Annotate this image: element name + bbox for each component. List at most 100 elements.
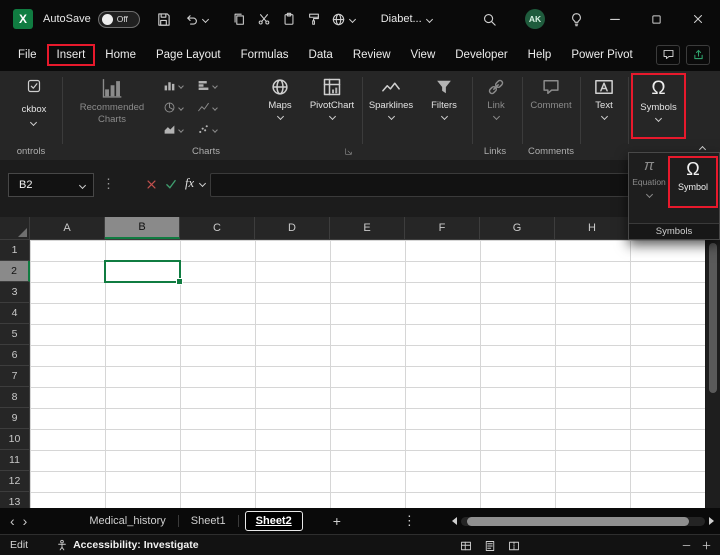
comments-toggle-button[interactable] <box>656 44 680 65</box>
tab-insert[interactable]: Insert <box>46 43 96 66</box>
insert-pie-chart-button[interactable] <box>163 101 184 114</box>
row-header-6[interactable]: 6 <box>0 345 30 366</box>
save-icon[interactable] <box>156 12 171 27</box>
selected-cell-b2[interactable] <box>104 260 183 285</box>
tab-power-pivot[interactable]: Power Pivot <box>561 44 642 66</box>
column-header-d[interactable]: D <box>255 217 330 239</box>
link-button[interactable]: Link <box>474 74 518 121</box>
sparklines-chevron[interactable] <box>387 112 395 121</box>
recommended-charts-button[interactable]: Recommended Charts <box>66 74 158 125</box>
paste-icon[interactable] <box>282 12 296 26</box>
symbols-button[interactable]: Ω Symbols <box>631 73 686 139</box>
checkbox-button-label[interactable]: ckbox <box>8 104 60 115</box>
row-header-2[interactable]: 2 <box>0 261 30 282</box>
tab-formulas[interactable]: Formulas <box>231 44 299 66</box>
symbols-chevron[interactable] <box>654 114 663 123</box>
name-box-chevron[interactable] <box>78 181 87 189</box>
sheet-nav-left-icon[interactable]: ‹ <box>6 514 19 528</box>
format-painter-icon[interactable] <box>307 12 321 26</box>
tab-data[interactable]: Data <box>299 44 343 66</box>
worksheet-grid[interactable] <box>30 240 705 508</box>
share-button[interactable] <box>686 44 710 65</box>
column-header-h[interactable]: H <box>555 217 630 239</box>
close-button[interactable] <box>691 12 705 26</box>
scroll-right-arrow[interactable] <box>709 517 714 525</box>
zoom-out-icon[interactable] <box>681 540 692 551</box>
scroll-left-arrow[interactable] <box>452 517 457 525</box>
column-header-g[interactable]: G <box>480 217 555 239</box>
charts-dialog-launcher-icon[interactable] <box>344 147 353 156</box>
row-header-9[interactable]: 9 <box>0 408 30 429</box>
tab-developer[interactable]: Developer <box>445 44 517 66</box>
row-header-1[interactable]: 1 <box>0 240 30 261</box>
minimize-button[interactable] <box>608 12 622 26</box>
horizontal-scrollbar-track[interactable] <box>461 516 705 526</box>
maximize-button[interactable] <box>650 13 663 26</box>
add-sheet-button[interactable]: + <box>333 513 341 529</box>
filters-button[interactable]: Filters <box>418 74 470 121</box>
page-layout-view-icon[interactable] <box>484 540 496 552</box>
pivotchart-chevron[interactable] <box>328 112 336 121</box>
enter-check-icon[interactable] <box>165 178 177 190</box>
text-button[interactable]: Text <box>580 74 628 121</box>
formula-bar-dots-icon[interactable]: ⋮ <box>102 176 115 192</box>
globe-icon[interactable] <box>331 12 346 27</box>
row-header-3[interactable]: 3 <box>0 282 30 303</box>
link-chevron[interactable] <box>492 112 500 121</box>
name-box[interactable]: B2 <box>8 173 94 197</box>
search-icon[interactable] <box>482 12 497 27</box>
vertical-scrollbar-thumb[interactable] <box>709 243 717 393</box>
sheet-tab-medical-history[interactable]: Medical_history <box>77 511 177 531</box>
sheet-tab-sheet2-active[interactable]: Sheet2 <box>244 511 303 531</box>
copy-icon[interactable] <box>232 12 246 26</box>
excel-app-icon[interactable]: X <box>13 9 33 29</box>
column-header-b[interactable]: B <box>105 217 180 239</box>
comment-button[interactable]: Comment <box>524 74 578 111</box>
row-header-4[interactable]: 4 <box>0 303 30 324</box>
sheet-menu-dots-icon[interactable]: ⋮ <box>403 513 416 529</box>
pivotchart-button[interactable]: PivotChart <box>304 74 360 121</box>
workbook-name-chevron[interactable] <box>425 15 433 23</box>
row-header-5[interactable]: 5 <box>0 324 30 345</box>
user-avatar[interactable]: AK <box>525 9 545 29</box>
normal-view-icon[interactable] <box>460 540 472 552</box>
autosave-toggle[interactable]: Off <box>97 10 140 28</box>
row-header-12[interactable]: 12 <box>0 471 30 492</box>
quick-access-chevron[interactable] <box>348 15 356 23</box>
page-break-view-icon[interactable] <box>508 540 520 552</box>
row-header-10[interactable]: 10 <box>0 429 30 450</box>
sheet-nav-right-icon[interactable]: › <box>19 514 32 528</box>
row-header-7[interactable]: 7 <box>0 366 30 387</box>
column-header-c[interactable]: C <box>180 217 255 239</box>
text-chevron[interactable] <box>600 112 608 121</box>
insert-column-chart-button[interactable] <box>163 79 184 92</box>
fx-chevron[interactable] <box>198 179 207 188</box>
workbook-name[interactable]: Diabet... <box>381 13 422 25</box>
maps-button[interactable]: Maps <box>256 74 304 121</box>
row-header-8[interactable]: 8 <box>0 387 30 408</box>
zoom-in-icon[interactable] <box>701 540 712 551</box>
checkbox-icon[interactable] <box>26 78 42 94</box>
undo-icon[interactable] <box>184 12 199 27</box>
select-all-corner[interactable] <box>0 217 30 239</box>
column-header-e[interactable]: E <box>330 217 405 239</box>
tab-home[interactable]: Home <box>95 44 146 66</box>
symbol-menu-item[interactable]: Ω Symbol <box>668 156 718 208</box>
vertical-scrollbar[interactable] <box>706 240 720 508</box>
accessibility-status[interactable]: Accessibility: Investigate <box>73 539 198 551</box>
insert-function-button[interactable]: fx <box>185 176 194 191</box>
column-header-a[interactable]: A <box>30 217 105 239</box>
insert-scatter-chart-button[interactable] <box>197 123 218 136</box>
insert-bar-chart-button[interactable] <box>197 79 218 92</box>
insert-area-chart-button[interactable] <box>163 123 184 136</box>
equation-chevron[interactable] <box>645 190 653 199</box>
cancel-icon[interactable] <box>146 179 157 190</box>
tab-review[interactable]: Review <box>343 44 401 66</box>
equation-menu-item[interactable]: π Equation <box>631 157 667 199</box>
maps-chevron[interactable] <box>276 112 284 121</box>
insert-line-chart-button[interactable] <box>197 101 218 114</box>
row-header-11[interactable]: 11 <box>0 450 30 471</box>
tab-file[interactable]: File <box>8 44 47 66</box>
lightbulb-icon[interactable] <box>569 12 584 27</box>
cut-icon[interactable] <box>257 12 271 26</box>
